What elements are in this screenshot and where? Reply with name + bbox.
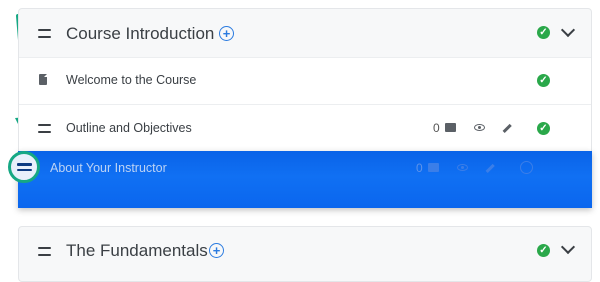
edit-pencil-icon	[485, 163, 495, 173]
lesson-title: About Your Instructor	[50, 161, 167, 175]
section-header[interactable]: The Fundamentals + ✓	[19, 227, 591, 275]
comment-count: 0	[416, 161, 423, 175]
complete-check-icon	[520, 161, 533, 174]
comment-icon[interactable]	[445, 123, 456, 132]
chevron-down-icon[interactable]	[560, 22, 576, 38]
lesson-row[interactable]: Outline and Objectives 0 ✓	[19, 104, 591, 152]
edit-pencil-icon[interactable]	[502, 123, 512, 133]
eye-icon	[457, 164, 468, 171]
eye-icon[interactable]	[474, 124, 485, 131]
section-title: Course Introduction	[66, 24, 215, 43]
section-card-the-fundamentals: The Fundamentals + ✓	[18, 226, 592, 282]
add-lesson-icon[interactable]: +	[219, 26, 234, 41]
drag-handle-icon[interactable]	[17, 163, 32, 171]
lesson-title: Outline and Objectives	[66, 121, 192, 135]
comment-icon	[428, 163, 439, 172]
lesson-row[interactable]: Welcome to the Course ✓	[19, 57, 591, 104]
document-icon	[39, 74, 47, 85]
complete-check-icon: ✓	[537, 74, 550, 87]
drag-handle-icon[interactable]	[38, 124, 51, 133]
comment-count: 0	[433, 121, 440, 135]
drag-handle-icon[interactable]	[38, 247, 51, 256]
complete-check-icon: ✓	[537, 26, 550, 39]
section-header[interactable]: Course Introduction + ✓	[19, 9, 591, 57]
complete-check-icon: ✓	[537, 122, 550, 135]
lesson-title: Welcome to the Course	[66, 73, 197, 87]
complete-check-icon: ✓	[537, 244, 550, 257]
drag-handle-icon[interactable]	[38, 29, 51, 38]
dragging-lesson-row[interactable]: About Your Instructor 0	[18, 151, 592, 208]
drag-handle-highlight[interactable]	[8, 151, 40, 183]
add-lesson-icon[interactable]: +	[209, 243, 224, 258]
chevron-down-icon[interactable]	[560, 239, 576, 255]
section-title: The Fundamentals	[66, 241, 208, 260]
